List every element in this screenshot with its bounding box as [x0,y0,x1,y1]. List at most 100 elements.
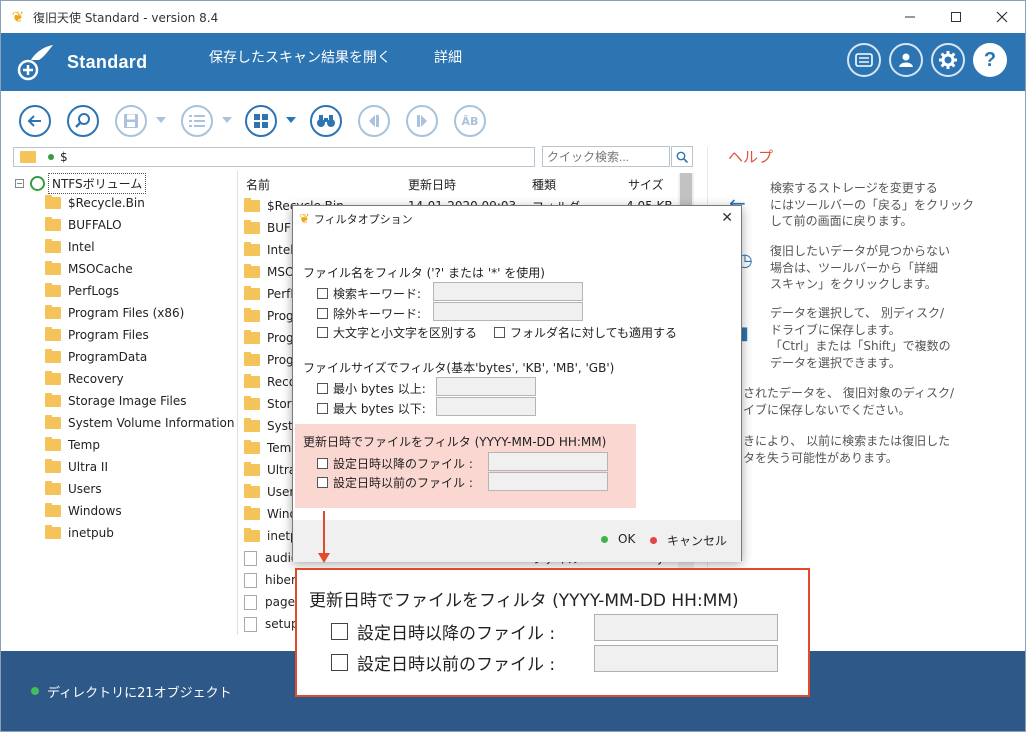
min-size-input[interactable] [436,377,536,396]
tree-item[interactable]: MSOCache [45,259,133,279]
case-sensitive-checkbox[interactable]: 大文字と小文字を区別する [317,324,477,341]
cancel-button[interactable]: キャンセル [650,532,727,549]
table-row[interactable]: Prog [244,349,294,371]
account-button[interactable] [889,43,923,77]
dialog-close-button[interactable]: ✕ [721,210,733,226]
zoom-before-date-checkbox[interactable]: 設定日時以前のファイル : [331,650,555,675]
find-button[interactable] [310,105,342,137]
callout-arrowhead [318,553,330,563]
tree-item[interactable]: Recovery [45,369,124,389]
apply-folder-checkbox[interactable]: フォルダ名に対しても適用する [494,324,677,341]
match-case-button[interactable]: ÄB [454,105,486,137]
open-saved-scan-menu[interactable]: 保存したスキャン結果を開く [209,47,391,67]
help-button[interactable]: ? [973,43,1007,77]
zoom-after-date-input[interactable] [594,614,778,641]
checkbox-icon[interactable] [317,458,328,469]
checkbox-icon[interactable] [317,383,328,394]
column-header-size[interactable]: サイズ [628,173,664,195]
license-button[interactable] [847,43,881,77]
minimize-button[interactable] [887,1,933,33]
tree-item[interactable]: ProgramData [45,347,147,367]
tree-item[interactable]: Intel [45,237,95,257]
checkbox-icon[interactable] [317,288,328,299]
checkbox-icon[interactable] [317,477,328,488]
tree-item[interactable]: Program Files (x86) [45,303,184,323]
maximize-button[interactable] [933,1,979,33]
min-size-checkbox[interactable]: 最小 bytes 以上: [317,380,426,397]
list-view-button[interactable] [181,105,213,137]
close-button[interactable] [979,1,1025,33]
dialog-footer: OK キャンセル [293,520,741,562]
tree-item[interactable]: PerfLogs [45,281,119,301]
table-row[interactable]: setup [244,613,299,635]
tree-item[interactable]: Users [45,479,102,499]
next-button[interactable] [406,105,438,137]
column-header-name[interactable]: 名前 [246,173,270,195]
save-dropdown-icon[interactable] [156,117,166,123]
folder-icon [244,198,260,212]
after-date-checkbox[interactable]: 設定日時以降のファイル : [317,455,473,472]
exclude-keyword-checkbox[interactable]: 除外キーワード: [317,305,421,322]
max-size-checkbox[interactable]: 最大 bytes 以下: [317,400,426,417]
quick-search-button[interactable] [671,146,693,167]
list-view-icon [189,115,205,127]
tree-item[interactable]: System Volume Information [45,413,234,433]
checkbox-icon[interactable] [331,654,348,671]
prev-icon [369,115,379,127]
table-row[interactable]: Ultra [244,459,296,481]
tree-item[interactable]: $Recycle.Bin [45,193,145,213]
table-row[interactable]: Intel [244,239,294,261]
column-header-type[interactable]: 種類 [532,173,556,195]
collapse-icon[interactable]: − [15,178,24,188]
tree-item[interactable]: inetpub [45,523,114,543]
table-row[interactable]: hiber [244,569,296,591]
checkbox-icon[interactable] [331,623,348,640]
table-row[interactable]: Reco [244,371,296,393]
search-keyword-input[interactable] [433,282,583,301]
max-size-input[interactable] [436,397,536,416]
exclude-keyword-input[interactable] [433,302,583,321]
table-row[interactable]: Wind [244,503,297,525]
quick-search-input[interactable] [542,146,670,167]
column-header-date[interactable]: 更新日時 [408,173,456,195]
table-row[interactable]: Temp [244,437,299,459]
table-row[interactable]: Stora [244,393,299,415]
tree-item[interactable]: Ultra II [45,457,108,477]
checkbox-icon[interactable] [317,327,328,338]
before-date-checkbox[interactable]: 設定日時以前のファイル : [317,474,473,491]
search-keyword-checkbox[interactable]: 検索キーワード: [317,285,421,302]
folder-icon [244,352,260,366]
tree-item[interactable]: Storage Image Files [45,391,187,411]
checkbox-icon[interactable] [317,308,328,319]
prev-button[interactable] [358,105,390,137]
after-date-input[interactable] [488,452,608,471]
path-bar[interactable]: $ [13,147,535,167]
tree-item[interactable]: BUFFALO [45,215,122,235]
table-row[interactable]: inetp [244,525,298,547]
table-row[interactable]: page [244,591,295,613]
back-button[interactable] [19,105,51,137]
checkbox-icon[interactable] [494,327,505,338]
thumbnail-view-button[interactable] [245,105,277,137]
ok-button[interactable]: OK [601,532,635,546]
tree-root[interactable]: − NTFSボリューム [15,172,147,194]
settings-button[interactable] [931,43,965,77]
table-row[interactable]: Prog [244,327,294,349]
save-button[interactable] [115,105,147,137]
table-row[interactable]: Prog [244,305,294,327]
tree-item-label: Intel [68,240,95,254]
tree-item[interactable]: Temp [45,435,100,455]
before-date-input[interactable] [488,472,608,491]
search-button[interactable] [67,105,99,137]
list-view-dropdown-icon[interactable] [222,117,232,123]
file-name: Prog [267,309,294,323]
thumbnail-dropdown-icon[interactable] [286,117,296,123]
tree-item[interactable]: Windows [45,501,122,521]
date-filter-heading: 更新日時でファイルをフィルタ (YYYY-MM-DD HH:MM) [303,435,607,449]
details-menu[interactable]: 詳細 [434,47,462,67]
close-icon [996,11,1008,23]
zoom-before-date-input[interactable] [594,645,778,672]
checkbox-icon[interactable] [317,403,328,414]
tree-item[interactable]: Program Files [45,325,149,345]
zoom-after-date-checkbox[interactable]: 設定日時以降のファイル : [331,619,555,644]
